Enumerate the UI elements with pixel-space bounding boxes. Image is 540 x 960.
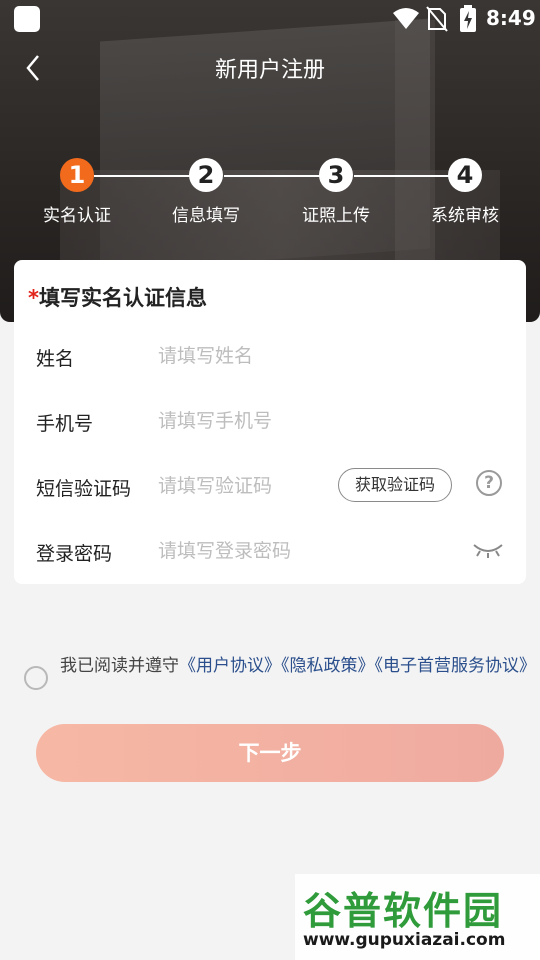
step-label: 信息填写	[172, 206, 240, 226]
agreement-prefix: 我已阅读并遵守	[60, 656, 179, 676]
name-input[interactable]	[158, 338, 358, 374]
get-code-button[interactable]: 获取验证码	[338, 468, 452, 502]
status-bar: 8:49	[0, 0, 540, 38]
step-number: 2	[189, 158, 223, 192]
page-title: 新用户注册	[214, 58, 325, 83]
sms-code-label: 短信验证码	[36, 478, 132, 500]
watermark-url: www.gupuxiazai.com	[303, 930, 506, 950]
form-card: *填写实名认证信息 姓名 手机号 短信验证码 获取验证码 ? 登录密码	[14, 260, 526, 584]
next-step-button[interactable]: 下一步	[36, 724, 504, 782]
no-sim-icon	[426, 6, 448, 32]
password-label: 登录密码	[36, 543, 113, 565]
watermark: 谷普软件园 www.gupuxiazai.com	[295, 874, 540, 960]
step-label: 实名认证	[43, 206, 111, 226]
step-number: 3	[319, 158, 353, 192]
service-agreement-link[interactable]: 《电子首营服务协议》	[375, 656, 537, 676]
status-time: 8:49	[486, 6, 536, 30]
step-number: 4	[448, 158, 482, 192]
name-label: 姓名	[36, 348, 75, 370]
password-row: 登录密码	[36, 531, 516, 571]
step-4: 4 系统审核	[405, 158, 525, 226]
form-title: *填写实名认证信息	[28, 282, 207, 312]
phone-row: 手机号	[36, 401, 516, 441]
step-label: 证照上传	[302, 206, 370, 226]
app-notification-icon	[14, 6, 40, 32]
step-label: 系统审核	[431, 206, 499, 226]
phone-label: 手机号	[36, 413, 94, 435]
user-agreement-link[interactable]: 《用户协议》	[179, 656, 281, 676]
help-icon[interactable]: ?	[476, 470, 502, 496]
watermark-title: 谷普软件园	[303, 889, 504, 933]
agreement-checkbox[interactable]	[24, 666, 48, 690]
step-3: 3 证照上传	[276, 158, 396, 226]
step-2: 2 信息填写	[146, 158, 266, 226]
step-progress: 1 实名认证 2 信息填写 3 证照上传 4 系统审核	[0, 158, 540, 228]
form-title-text: 填写实名认证信息	[38, 286, 207, 310]
battery-charging-icon	[460, 5, 476, 32]
step-1: 1 实名认证	[17, 158, 137, 226]
required-mark: *	[28, 286, 39, 310]
privacy-policy-link[interactable]: 《隐私政策》	[281, 656, 375, 676]
eye-closed-icon[interactable]	[472, 541, 504, 559]
phone-input[interactable]	[158, 403, 358, 439]
sms-code-row: 短信验证码 获取验证码 ?	[36, 466, 516, 506]
step-number: 1	[60, 158, 94, 192]
agreement-text: 我已阅读并遵守《用户协议》《隐私政策》《电子首营服务协议》	[60, 656, 540, 677]
sms-code-input[interactable]	[158, 468, 328, 504]
password-input[interactable]	[158, 533, 358, 569]
name-row: 姓名	[36, 336, 516, 376]
wifi-icon	[393, 8, 419, 29]
